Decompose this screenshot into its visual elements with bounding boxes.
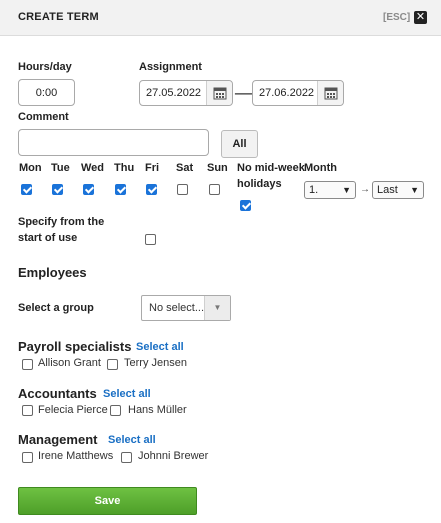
specify-label: Specify from the [18,216,105,228]
employees-heading: Employees [18,265,87,280]
employee-name: Irene Matthews [38,450,114,462]
date-from-value: 27.05.2022 [146,87,202,99]
checkbox-fri[interactable] [146,184,157,195]
calendar-icon[interactable] [317,81,343,105]
checkbox-wed[interactable] [83,184,94,195]
checkbox-employee[interactable] [22,405,33,416]
comment-input[interactable] [18,129,209,156]
month-to-value: Last [377,184,398,196]
employee-name: Johnni Brewer [138,450,209,462]
select-all-management-link[interactable]: Select all [108,434,156,446]
group-select-value: No select... [149,302,205,314]
employee-name: Felecia Pierce [38,404,108,416]
day-label-fri: Fri [145,162,160,174]
group-heading-payroll: Payroll specialists [18,339,132,354]
checkbox-employee[interactable] [107,359,118,370]
close-icon[interactable]: ✕ [414,11,427,24]
select-all-accountants-link[interactable]: Select all [103,388,151,400]
checkbox-employee[interactable] [110,405,121,416]
checkbox-thu[interactable] [115,184,126,195]
hours-input[interactable]: 0:00 [18,79,75,106]
date-from-input[interactable]: 27.05.2022 [139,80,233,106]
checkbox-specify[interactable] [145,234,156,245]
date-to-input[interactable]: 27.06.2022 [252,80,344,106]
checkbox-mon[interactable] [21,184,32,195]
day-label-wed: Wed [81,162,105,174]
all-days-button[interactable]: All [221,130,258,158]
checkbox-no-midweek[interactable] [240,200,251,211]
hours-label: Hours/day [18,61,72,73]
no-midweek-label: No mid-week [237,162,305,174]
hours-value: 0:00 [35,86,58,99]
checkbox-sat[interactable] [177,184,188,195]
calendar-icon[interactable] [206,81,232,105]
employee-name: Hans Müller [128,404,187,416]
month-label: Month [304,162,337,174]
month-from-select[interactable]: 1. ▼ [304,181,356,199]
checkbox-tue[interactable] [52,184,63,195]
checkbox-employee[interactable] [22,452,33,463]
chevron-down-icon[interactable]: ▼ [204,296,230,320]
dialog-header: CREATE TERM [ESC] ✕ [0,0,441,36]
chevron-down-icon: ▼ [410,185,419,195]
employee-name: Terry Jensen [124,357,187,369]
month-to-select[interactable]: Last ▼ [372,181,424,199]
chevron-down-icon: ▼ [342,185,351,195]
day-label-sat: Sat [176,162,194,174]
dialog-title: CREATE TERM [18,11,99,23]
employee-name: Allison Grant [38,357,101,369]
esc-hint: [ESC] [383,12,411,23]
checkbox-employee[interactable] [22,359,33,370]
group-label: Select a group [18,302,94,314]
group-select[interactable]: No select... ▼ [141,295,231,321]
save-button[interactable]: Save [18,487,197,515]
day-label-mon: Mon [19,162,42,174]
month-range-arrow: → [360,184,370,195]
group-heading-accountants: Accountants [18,386,97,401]
checkbox-sun[interactable] [209,184,220,195]
assignment-label: Assignment [139,61,202,73]
no-midweek-label-2: holidays [237,178,282,190]
select-all-payroll-link[interactable]: Select all [136,341,184,353]
day-label-tue: Tue [51,162,70,174]
day-label-thu: Thu [114,162,135,174]
specify-label-2: start of use [18,232,78,244]
date-to-value: 27.06.2022 [259,87,315,99]
checkbox-employee[interactable] [121,452,132,463]
month-from-value: 1. [309,184,319,196]
comment-label: Comment [18,111,69,123]
day-label-sun: Sun [207,162,228,174]
group-heading-management: Management [18,432,98,447]
